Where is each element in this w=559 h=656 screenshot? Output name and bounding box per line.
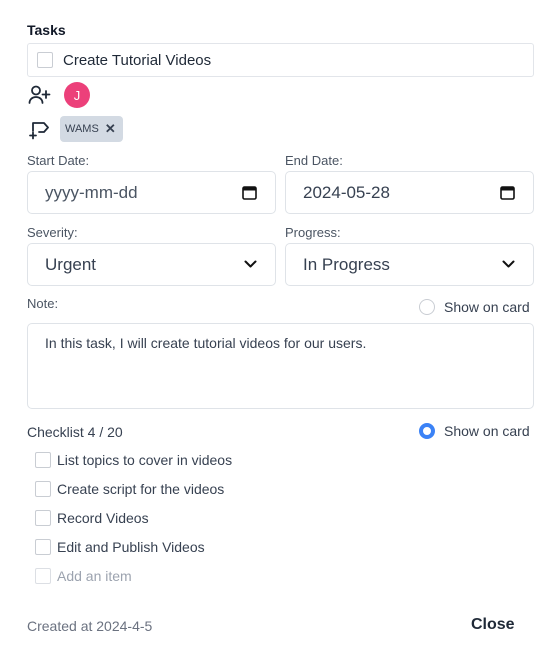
checklist-item-checkbox[interactable] [35,539,51,555]
avatar[interactable]: J [64,82,90,108]
end-date-input[interactable]: 2024-05-28 [285,171,534,214]
close-icon[interactable]: ✕ [105,121,116,137]
checklist-item: Record Videos [35,510,149,526]
checklist-show-on-card-radio[interactable] [419,423,435,439]
checklist-item-label[interactable]: Edit and Publish Videos [57,539,205,555]
chevron-down-icon [502,260,515,269]
checklist-show-on-card[interactable]: Show on card [419,423,530,439]
progress-value: In Progress [303,254,390,274]
severity-label: Severity: [27,225,78,240]
checklist-item-label[interactable]: Record Videos [57,510,149,526]
add-label-icon[interactable] [27,117,51,141]
checklist-title: Checklist 4 / 20 [27,424,123,440]
checklist-item-label[interactable]: List topics to cover in videos [57,452,232,468]
add-item-checkbox [35,568,51,584]
checklist-item-label[interactable]: Create script for the videos [57,481,224,497]
task-complete-checkbox[interactable] [37,52,53,68]
severity-select[interactable]: Urgent [27,243,276,286]
add-checklist-item[interactable]: Add an item [35,568,132,584]
checklist-item-checkbox[interactable] [35,510,51,526]
note-label: Note: [27,296,59,311]
checklist-item: List topics to cover in videos [35,452,232,468]
add-user-icon[interactable] [27,83,51,107]
labels-row: WAMS ✕ [27,116,123,142]
label-tag: WAMS ✕ [60,116,123,142]
calendar-icon[interactable] [242,185,257,200]
chevron-down-icon [244,260,257,269]
note-textarea[interactable]: In this task, I will create tutorial vid… [27,323,534,409]
checklist-item: Create script for the videos [35,481,224,497]
severity-value: Urgent [45,254,97,274]
label-tag-text: WAMS [65,123,99,135]
section-title: Tasks [27,22,66,38]
note-show-on-card-radio[interactable] [419,299,435,315]
task-name[interactable]: Create Tutorial Videos [63,52,211,69]
note-show-on-card[interactable]: Show on card [419,299,530,315]
start-date-label: Start Date: [27,153,90,168]
calendar-icon[interactable] [500,185,515,200]
created-at-text: Created at 2024-4-5 [27,618,153,634]
checklist-item-checkbox[interactable] [35,481,51,497]
start-date-input[interactable]: yyyy-mm-dd [27,171,276,214]
close-button[interactable]: Close [471,616,515,634]
progress-label: Progress: [285,225,341,240]
task-title-row: Create Tutorial Videos [27,43,534,77]
checklist-show-on-card-label: Show on card [444,423,530,439]
assignee-row: J [27,82,90,108]
end-date-value: 2024-05-28 [303,182,390,202]
progress-select[interactable]: In Progress [285,243,534,286]
start-date-placeholder: yyyy-mm-dd [45,182,138,202]
end-date-label: End Date: [285,153,343,168]
checklist-item-checkbox[interactable] [35,452,51,468]
note-show-on-card-label: Show on card [444,299,530,315]
checklist-item: Edit and Publish Videos [35,539,205,555]
add-item-placeholder[interactable]: Add an item [57,568,132,584]
